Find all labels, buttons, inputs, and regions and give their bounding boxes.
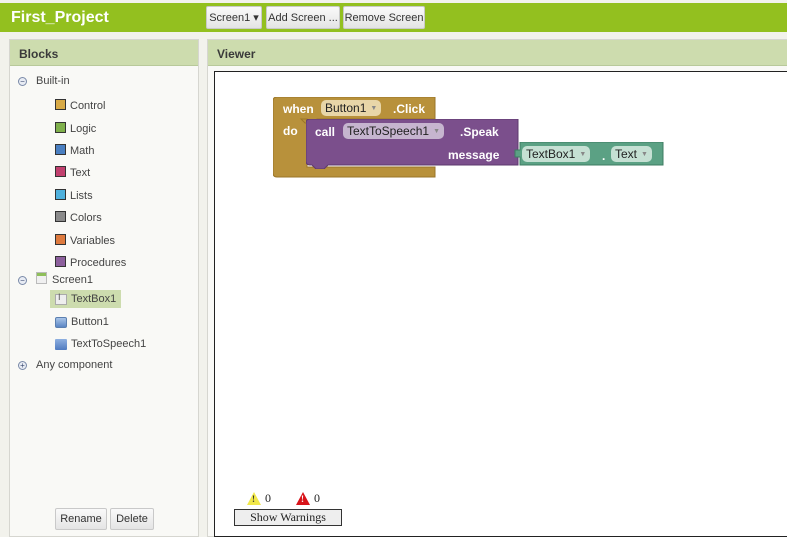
component-item-label: TextBox1	[71, 293, 117, 305]
builtin-item-label: Logic	[70, 123, 97, 135]
tree-any-component[interactable]: + Any component	[18, 359, 112, 371]
warnings-count: 0	[265, 491, 271, 505]
method-name: .Speak	[460, 125, 499, 139]
component-item-label: TextToSpeech1	[71, 338, 147, 350]
color-swatch-icon	[55, 99, 66, 110]
dropdown-arrow-icon: ▼	[433, 127, 440, 135]
color-swatch-icon	[55, 211, 66, 222]
component-item-textbox1[interactable]: I TextBox1	[50, 290, 122, 308]
builtin-item-label: Text	[70, 167, 91, 179]
builtin-item-logic[interactable]: Logic	[55, 120, 96, 135]
color-swatch-icon	[55, 144, 66, 155]
event-name: .Click	[393, 102, 426, 116]
warnings-indicator: ! 0	[247, 491, 271, 506]
builtin-item-procedures[interactable]: Procedures	[55, 254, 126, 269]
event-component-dropdown[interactable]: Button1 ▼	[321, 100, 382, 116]
builtin-item-variables[interactable]: Variables	[55, 232, 115, 247]
delete-button[interactable]: Delete	[110, 508, 154, 530]
dropdown-arrow-icon: ▼	[641, 150, 648, 158]
do-label: do	[283, 124, 298, 138]
color-swatch-icon	[55, 166, 66, 177]
speech-bubble-icon	[55, 338, 67, 350]
collapse-icon[interactable]: −	[18, 275, 27, 285]
color-swatch-icon	[55, 189, 66, 200]
color-swatch-icon	[55, 122, 66, 133]
add-screen-button[interactable]: Add Screen ...	[266, 6, 340, 29]
component-item-texttospeech1[interactable]: TextToSpeech1	[50, 338, 151, 350]
builtin-item-control[interactable]: Control	[55, 97, 105, 112]
project-title: First_Project	[11, 9, 109, 26]
color-swatch-icon	[55, 256, 66, 267]
call-component-dropdown[interactable]: TextToSpeech1 ▼	[343, 123, 444, 139]
remove-screen-button[interactable]: Remove Screen	[343, 6, 425, 29]
error-icon: !	[296, 492, 310, 505]
getter-property-dropdown[interactable]: Text ▼	[611, 146, 652, 162]
screen1-label: Screen1	[52, 274, 93, 286]
tree-builtin[interactable]: − Built-in	[18, 75, 70, 87]
builtin-item-label: Control	[70, 100, 106, 112]
any-component-label: Any component	[36, 359, 113, 371]
when-label: when	[283, 102, 314, 116]
errors-count: 0	[314, 491, 320, 505]
show-warnings-button[interactable]: Show Warnings	[234, 509, 342, 526]
dropdown-arrow-icon: ▼	[579, 150, 587, 158]
getter-component-dropdown[interactable]: TextBox1 ▼	[522, 146, 591, 162]
builtin-item-label: Variables	[70, 235, 116, 247]
button-icon	[55, 316, 67, 328]
builtin-item-label: Colors	[70, 212, 102, 224]
component-item-label: Button1	[71, 316, 109, 328]
message-arg-label: message	[448, 148, 500, 162]
builtin-item-colors[interactable]: Colors	[55, 209, 102, 224]
warning-icon: !	[247, 492, 261, 505]
call-label: call	[315, 125, 336, 139]
color-swatch-icon	[55, 234, 66, 245]
expand-icon[interactable]: +	[18, 360, 27, 370]
collapse-icon[interactable]: −	[18, 76, 27, 86]
top-bar: First_Project Screen1 ▾ Add Screen ... R…	[0, 3, 787, 32]
textbox-icon: I	[55, 292, 67, 305]
errors-indicator: ! 0	[296, 491, 320, 506]
screen-select-dropdown[interactable]: Screen1 ▾	[206, 6, 262, 29]
builtin-item-lists[interactable]: Lists	[55, 187, 93, 202]
screen-icon	[36, 272, 47, 284]
blocks-panel-title: Blocks	[10, 40, 198, 66]
builtin-item-label: Math	[70, 145, 95, 157]
viewer-panel-title: Viewer	[208, 40, 787, 66]
getter-dot: .	[602, 149, 606, 163]
builtin-item-text[interactable]: Text	[55, 164, 90, 179]
builtin-item-label: Lists	[70, 190, 93, 202]
rename-button[interactable]: Rename	[55, 508, 107, 530]
builtin-item-math[interactable]: Math	[55, 142, 94, 157]
tree-screen1[interactable]: − Screen1	[18, 272, 93, 286]
dropdown-arrow-icon: ▼	[370, 104, 378, 112]
builtin-item-label: Procedures	[70, 257, 127, 269]
component-item-button1[interactable]: Button1	[50, 316, 114, 328]
blocks-panel: Blocks	[9, 39, 199, 537]
builtin-label: Built-in	[36, 75, 70, 87]
